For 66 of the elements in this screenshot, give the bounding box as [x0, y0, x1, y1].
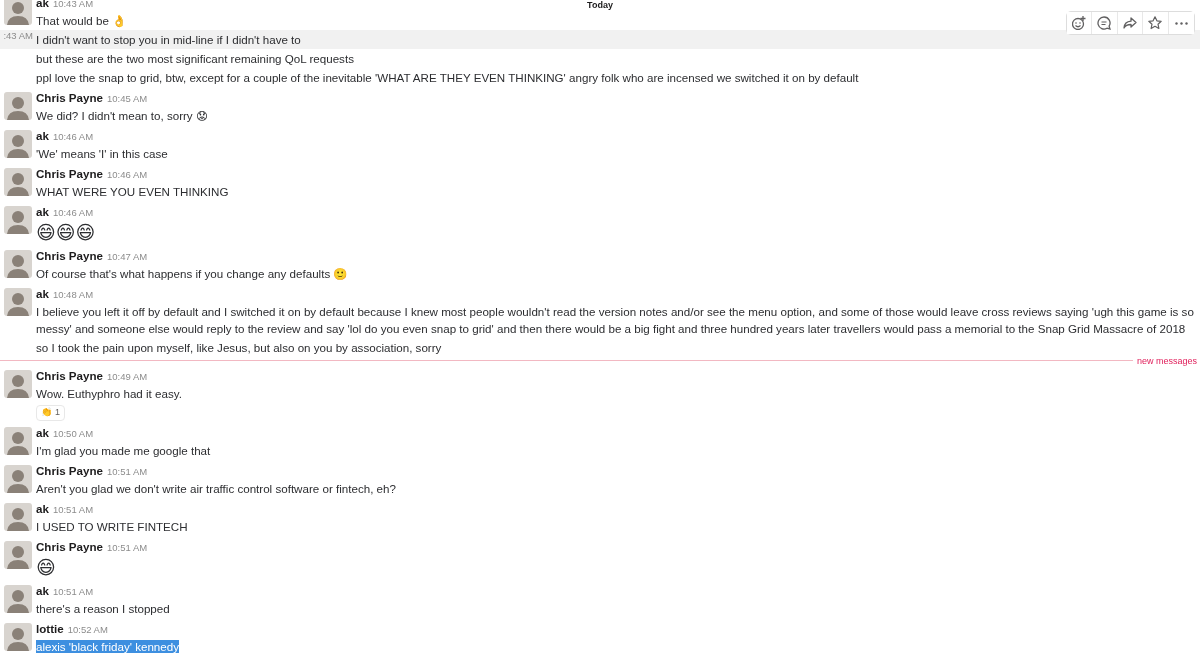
user-avatar — [4, 92, 32, 120]
message-time[interactable]: 10:51 AM — [52, 501, 94, 518]
emoji-message: 😄😄😄 — [36, 222, 96, 243]
user-avatar — [4, 0, 32, 25]
message-text: Aren't you glad we don't write air traffic control software or fintech, eh? — [36, 481, 396, 495]
speech-bubble-icon — [1097, 16, 1112, 30]
author-name[interactable]: Chris Payne — [36, 538, 103, 555]
message-time[interactable]: 10:45 AM — [107, 91, 148, 107]
author-name[interactable]: ak — [36, 204, 49, 220]
author-name[interactable]: ak — [36, 500, 49, 517]
message-text: Wow. Euthyphro had it easy. — [36, 387, 182, 400]
message-text: WHAT WERE YOU EVEN THINKING — [36, 185, 229, 198]
message-text: alexis 'black friday' kennedy — [36, 639, 179, 653]
user-avatar — [4, 206, 32, 234]
user-avatar — [4, 622, 32, 651]
message-time[interactable]: 10:49 AM — [107, 369, 148, 385]
message-time[interactable]: 10:52 AM — [67, 621, 108, 638]
message-text: That would be 👌 — [36, 14, 127, 27]
message-time[interactable]: 10:51 AM — [107, 539, 148, 556]
message-text: there's a reason I stopped — [36, 601, 170, 615]
message-text: I USED TO WRITE FINTECH — [36, 519, 188, 533]
message-time[interactable]: 10:47 AM — [107, 249, 148, 265]
message-text: Of course that's what happens if you change any defaults 🙂 — [36, 267, 348, 280]
message-text: but these are the two most significant remaining QoL requests — [36, 52, 354, 65]
message-time[interactable]: 10:46 AM — [52, 205, 94, 221]
message-time[interactable]: 10:46 AM — [52, 129, 94, 145]
message-time[interactable]: 10:51 AM — [107, 463, 148, 480]
author-name[interactable]: ak — [36, 424, 49, 441]
author-name[interactable]: ak — [36, 128, 49, 144]
user-avatar — [4, 464, 32, 493]
message-time[interactable]: 10:46 AM — [107, 167, 148, 183]
message-text: 'We' means 'I' in this case — [36, 147, 168, 160]
message-text: so I took the pain upon myself, like Jesus, but also on you by association, sorry — [36, 341, 442, 354]
new-messages-label: new messages — [1135, 354, 1198, 367]
message-time[interactable]: 10:43 AM — [52, 0, 94, 12]
emoji-add-icon — [1071, 16, 1086, 30]
message-time[interactable]: 10:50 AM — [52, 425, 94, 442]
user-avatar — [4, 130, 32, 158]
user-avatar — [4, 426, 32, 455]
author-name[interactable]: Chris Payne — [36, 368, 103, 384]
author-name[interactable]: ak — [36, 286, 49, 302]
share-arrow-icon — [1122, 16, 1137, 30]
message-text: We did? I didn't mean to, sorry 😟 — [36, 109, 208, 122]
user-avatar — [4, 584, 32, 613]
author-name[interactable]: Chris Payne — [36, 462, 103, 479]
message-time[interactable]: 10:48 AM — [52, 287, 94, 303]
author-name[interactable]: Chris Payne — [36, 166, 103, 182]
user-avatar — [4, 288, 32, 316]
more-icon — [1174, 21, 1188, 25]
message-text: I'm glad you made me google that — [36, 443, 211, 457]
author-name[interactable]: Chris Payne — [36, 90, 103, 106]
user-avatar — [4, 540, 32, 569]
star-icon — [1148, 16, 1163, 30]
message-text: ppl love the snap to grid, btw, except for a couple of the inevitable 'WHAT ARE THEY EVEN THINKING' angry folk who are incensed we switched it on by default — [36, 71, 859, 84]
author-name[interactable]: lottie — [36, 620, 64, 637]
user-avatar — [4, 502, 32, 531]
emoji-message: 😄 — [36, 556, 56, 578]
message-time[interactable]: 10:51 AM — [52, 583, 94, 600]
reaction-pill[interactable]: 👏 1 — [36, 404, 65, 421]
user-avatar — [4, 370, 32, 398]
user-avatar — [4, 168, 32, 196]
author-name[interactable]: ak — [36, 582, 49, 599]
toolbar-button[interactable] — [1066, 12, 1092, 34]
message-text: I didn't want to stop you in mid-line if I didn't have to — [36, 33, 301, 46]
author-name[interactable]: Chris Payne — [36, 248, 103, 264]
user-avatar — [4, 250, 32, 278]
